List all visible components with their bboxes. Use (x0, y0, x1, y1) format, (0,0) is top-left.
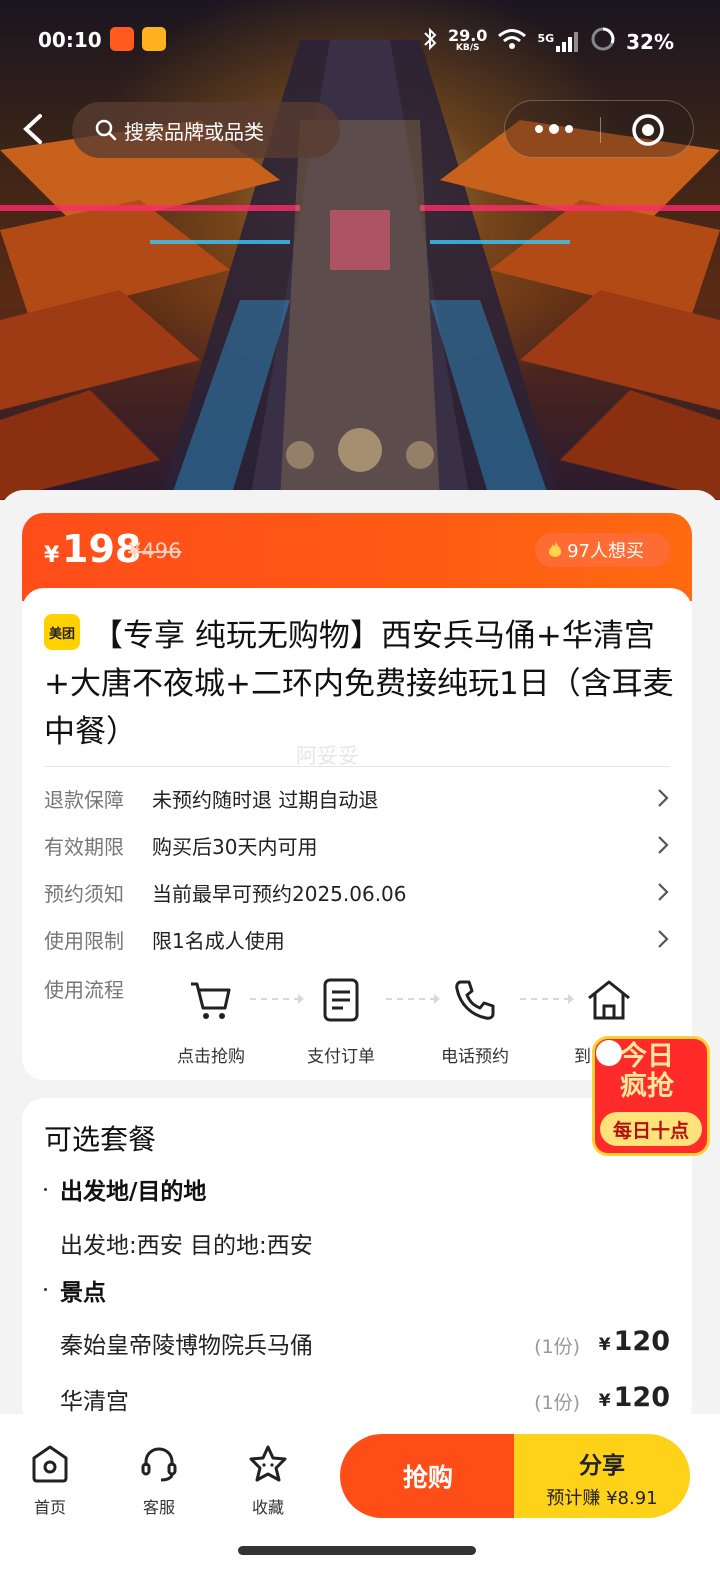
promo-bottom: 每日十点 (600, 1112, 702, 1146)
search-bar[interactable]: 搜索品牌或品类 (72, 102, 340, 158)
back-button[interactable] (18, 112, 52, 146)
more-icon[interactable] (531, 119, 577, 139)
tab-customer-service[interactable]: 客服 (127, 1444, 191, 1518)
chevron-right-icon (658, 789, 669, 807)
bullet (44, 1288, 47, 1291)
package-item-name: 秦始皇帝陵博物院兵马俑 (60, 1333, 313, 1359)
network-speed: 29.0 KB/S (447, 25, 488, 54)
validity-row[interactable]: 有效期限 购买后30天内可用 (44, 825, 670, 865)
search-placeholder: 搜索品牌或品类 (124, 119, 264, 144)
home-indicator[interactable] (238, 1546, 476, 1555)
flow-step-call: 电话预约 (420, 976, 530, 1067)
tab-label: 客服 (142, 1498, 175, 1517)
battery-icon (590, 26, 616, 57)
row-value: 购买后30天内可用 (152, 834, 318, 859)
row-key: 使用限制 (44, 928, 124, 953)
package-item-qty: (1份) (534, 1392, 580, 1414)
chevron-right-icon (658, 930, 669, 948)
status-time: 00:10 (38, 28, 102, 52)
package-title: 可选套餐 (44, 1123, 157, 1156)
buy-button[interactable]: 抢购 (340, 1434, 516, 1518)
package-item-price: ¥120 (599, 1326, 670, 1357)
refund-row[interactable]: 退款保障 未预约随时退 过期自动退 (44, 778, 670, 818)
chevron-right-icon (658, 883, 669, 901)
price-currency: ¥ (44, 543, 60, 568)
original-price: ¥496 (128, 539, 182, 563)
customer-service-icon (141, 1447, 177, 1482)
signal-icon: 5G (537, 31, 580, 52)
phone-icon (455, 980, 495, 1020)
share-earn: 预计赚 ¥8.91 (546, 1488, 658, 1509)
flow-step-label: 支付订单 (307, 1047, 375, 1067)
promo-badge[interactable]: 今日 疯抢 每日十点 (592, 1036, 710, 1156)
flow-label: 使用流程 (44, 978, 124, 1002)
app-notification-icon (142, 27, 166, 51)
flow-step-label: 点击抢购 (177, 1047, 245, 1067)
row-key: 预约须知 (44, 881, 124, 906)
signal-type: 5G (537, 31, 555, 45)
usage-limit-row[interactable]: 使用限制 限1名成人使用 (44, 919, 670, 959)
amount: 120 (613, 1326, 670, 1357)
home-icon (32, 1445, 68, 1483)
package-item-price: ¥120 (599, 1382, 670, 1413)
currency: ¥ (598, 1335, 611, 1355)
search-icon (95, 119, 117, 141)
want-badge: 97人想买 (535, 533, 670, 567)
package-item-name: 华清宫 (60, 1389, 129, 1415)
cart-icon (191, 982, 231, 1019)
flow-step-pay: 支付订单 (286, 976, 396, 1067)
row-key: 有效期限 (44, 834, 124, 859)
meituan-logo: 美团 (44, 614, 80, 650)
battery-percent: 32% (626, 29, 674, 54)
share-button[interactable]: 分享 预计赚 ¥8.91 (514, 1434, 690, 1518)
currency: ¥ (598, 1391, 611, 1411)
app-notification-icon (110, 27, 134, 51)
bluetooth-icon (422, 27, 438, 56)
promo-line1: 今日 (620, 1041, 674, 1072)
flow-step-label: 电话预约 (441, 1047, 509, 1067)
watermark: 阿妥妥 (296, 744, 359, 768)
product-title: 【专享 纯玩无购物】西安兵马俑+华清宫+大唐不夜城+二环内免费接纯玩1日（含耳麦… (44, 618, 674, 750)
amount: 120 (613, 1382, 670, 1413)
bottom-action-bar: 首页 客服 收藏 抢购 分享 预计赚 ¥8.91 (0, 1414, 720, 1584)
wifi-icon (497, 28, 527, 55)
status-bar: 00:10 29.0 KB/S 5G 32% (0, 0, 720, 80)
close-miniprogram-icon[interactable] (631, 113, 665, 147)
chevron-left-icon (23, 114, 42, 144)
tab-label: 收藏 (251, 1498, 284, 1517)
bullet (44, 1188, 47, 1191)
chevron-right-icon (658, 836, 669, 854)
capsule-divider (600, 117, 601, 143)
section-heading: 景点 (60, 1280, 106, 1306)
row-value: 未预约随时退 过期自动退 (152, 787, 379, 812)
mascot-icon (596, 1040, 622, 1066)
promo-line2: 疯抢 (620, 1071, 674, 1102)
section-heading: 出发地/目的地 (60, 1179, 207, 1205)
document-icon (323, 978, 359, 1022)
row-value: 限1名成人使用 (152, 928, 285, 953)
miniprogram-capsule (504, 100, 694, 158)
star-icon (249, 1445, 287, 1482)
tab-favorite[interactable]: 收藏 (236, 1444, 300, 1518)
tab-label: 首页 (33, 1498, 66, 1517)
section-text: 出发地:西安 目的地:西安 (60, 1233, 313, 1259)
network-speed-value: 29.0 (447, 25, 488, 45)
share-label: 分享 (579, 1453, 625, 1479)
want-count: 97人想买 (567, 541, 644, 562)
row-key: 退款保障 (44, 787, 124, 812)
reservation-row[interactable]: 预约须知 当前最早可预约2025.06.06 (44, 872, 670, 912)
home-icon (588, 980, 630, 1020)
product-title-row: 美团 【专享 纯玩无购物】西安兵马俑+华清宫+大唐不夜城+二环内免费接纯玩1日（… (44, 612, 674, 756)
flow-step-buy: 点击抢购 (156, 976, 266, 1067)
package-item-qty: (1份) (534, 1336, 580, 1358)
status-right: 29.0 KB/S 5G 32% (422, 26, 674, 57)
fire-icon (548, 541, 562, 557)
row-value: 当前最早可预约2025.06.06 (152, 881, 407, 906)
product-info-card: 美团 【专享 纯玩无购物】西安兵马俑+华清宫+大唐不夜城+二环内免费接纯玩1日（… (22, 588, 692, 1080)
tab-home[interactable]: 首页 (18, 1444, 82, 1518)
